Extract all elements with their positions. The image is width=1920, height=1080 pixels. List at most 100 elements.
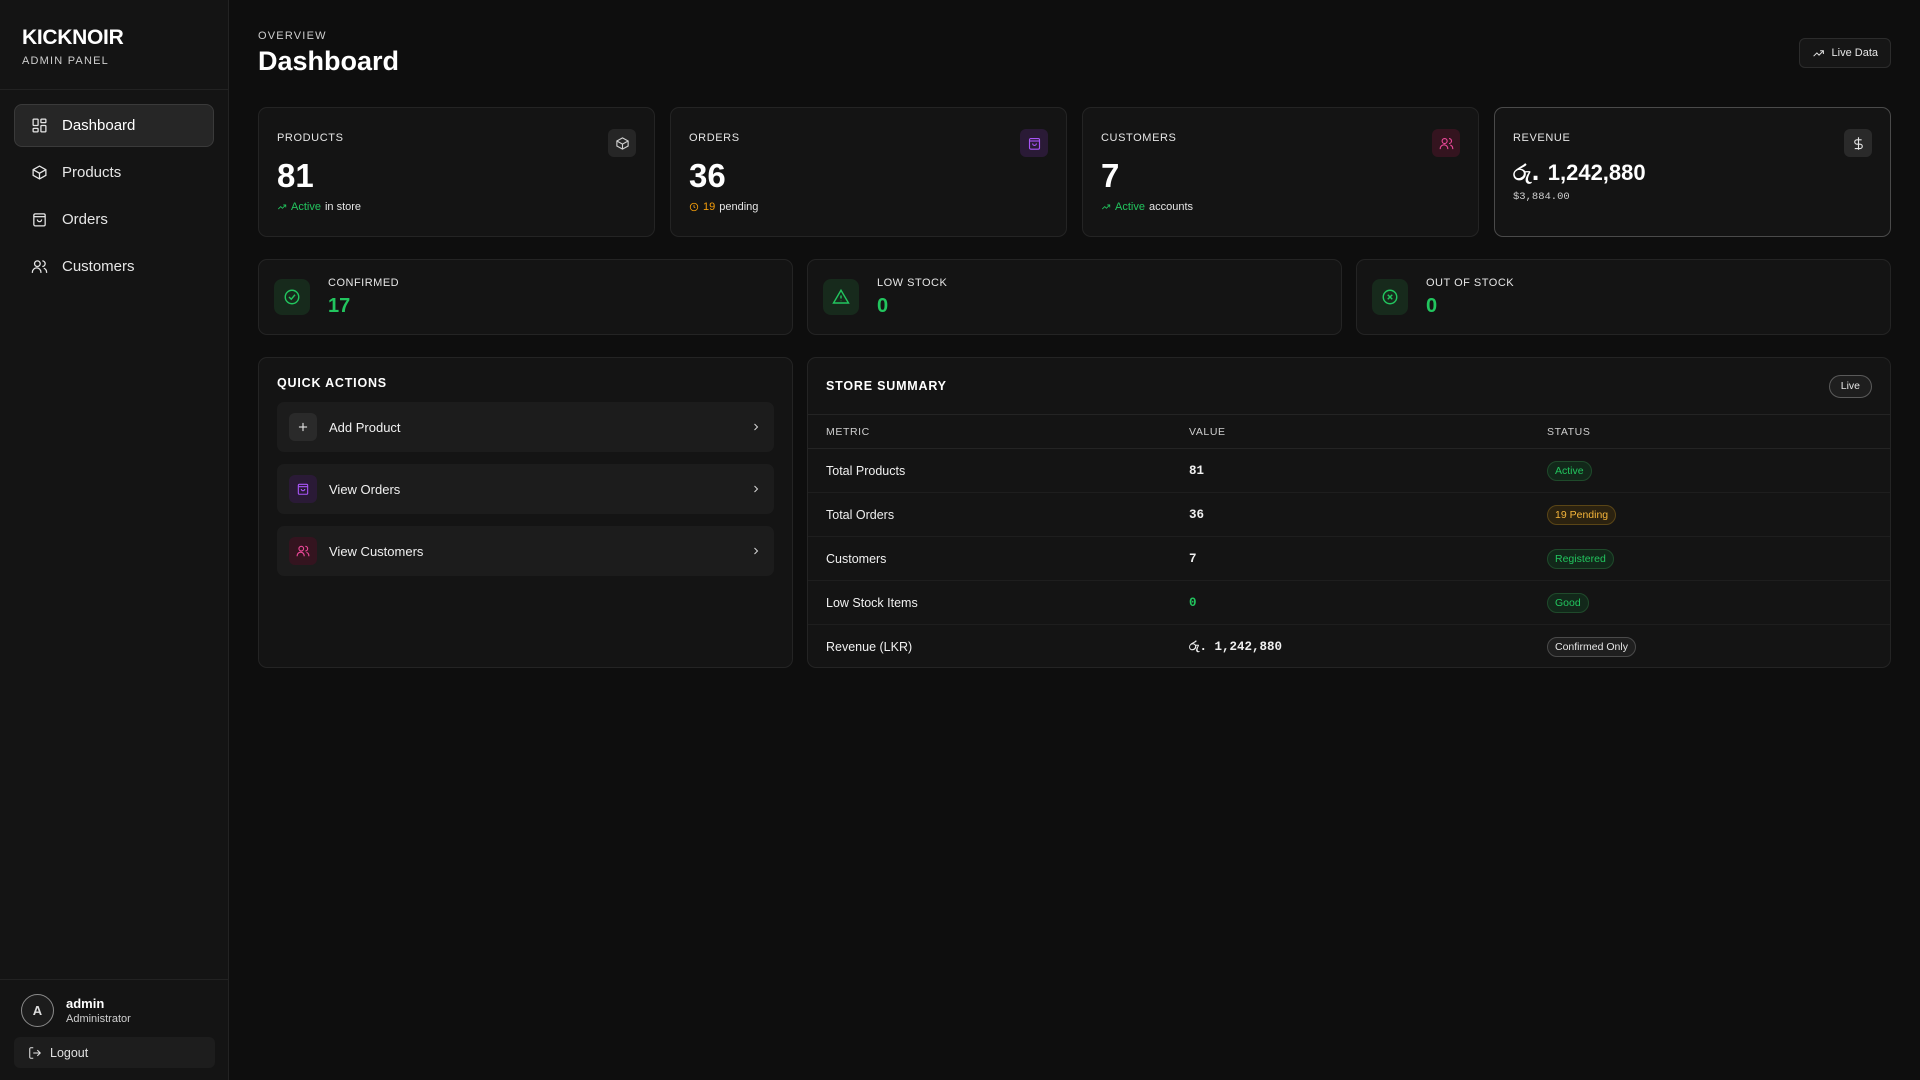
quick-action-label: Add Product (329, 419, 401, 435)
value-cell: රු. 1,242,880 (1189, 639, 1282, 654)
chevron-right-icon (754, 485, 759, 493)
chevron-right-icon (754, 547, 759, 555)
plus-icon (289, 413, 317, 441)
status-cell: Registered (1529, 536, 1890, 581)
status-badge: Registered (1547, 548, 1614, 569)
user-area: A admin Administrator Logout (0, 979, 229, 1080)
package-icon (608, 129, 636, 157)
logout-button[interactable]: Logout (14, 1037, 215, 1068)
sidebar: KICKNOIR ADMIN PANEL Dashboard Products … (0, 0, 229, 1080)
status-cell: Active (1529, 448, 1890, 493)
user-profile: A admin Administrator (14, 994, 215, 1027)
alert-triangle-icon (823, 279, 859, 315)
status-cell: Confirmed Only (1529, 625, 1890, 669)
brand-name: KICKNOIR (22, 26, 124, 49)
table-row: Customers 7 Registered (808, 536, 1890, 581)
revenue-usd: $3,884.00 (1513, 191, 1570, 203)
sidebar-item-label: Dashboard (62, 117, 136, 134)
metric-cell: Total Products (808, 448, 1171, 493)
value-cell: 36 (1171, 492, 1529, 537)
stat-subtext: 19 pending (689, 201, 1048, 213)
mini-value: 17 (328, 294, 351, 317)
customers-stat-card[interactable]: CUSTOMERS 7 Active accounts (1082, 107, 1479, 237)
quick-action-label: View Customers (329, 543, 424, 559)
sidebar-item-customers[interactable]: Customers (14, 245, 214, 288)
value-cell: 0 (1171, 580, 1529, 625)
sidebar-item-dashboard[interactable]: Dashboard (14, 104, 214, 147)
table-row: Low Stock Items 0 Good (808, 580, 1890, 625)
add-product-button[interactable]: Add Product (277, 402, 774, 452)
sidebar-nav: Dashboard Products Orders Customers (0, 90, 228, 306)
sidebar-item-label: Orders (62, 211, 108, 228)
store-summary-header: STORE SUMMARY Live (808, 358, 1890, 414)
status-cell: 19 Pending (1529, 492, 1890, 537)
stat-value: 1,242,880 (1547, 160, 1646, 185)
shopping-bag-icon (1020, 129, 1048, 157)
chevron-right-icon (754, 423, 759, 431)
table-row: Total Orders 36 19 Pending (808, 492, 1890, 537)
table-header-row: METRIC VALUE STATUS (808, 414, 1890, 449)
view-customers-button[interactable]: View Customers (277, 526, 774, 576)
revenue-stat-card[interactable]: REVENUE රු. 1,242,880 $3,884.00 (1494, 107, 1891, 237)
status-badge: 19 Pending (1547, 504, 1617, 525)
trending-up-icon (1812, 49, 1824, 57)
x-circle-icon (1372, 279, 1408, 315)
avatar: A (21, 994, 54, 1027)
page-title: Dashboard (258, 46, 400, 76)
sidebar-item-products[interactable]: Products (14, 151, 214, 194)
table-row: Revenue (LKR) රු. 1,242,880 Confirmed On… (808, 625, 1890, 669)
stat-sub-label: in store (324, 201, 362, 213)
logout-label: Logout (50, 1045, 89, 1060)
quick-action-label: View Orders (329, 481, 401, 497)
mini-label: OUT OF STOCK (1426, 276, 1515, 289)
user-name: admin (66, 996, 105, 1011)
orders-stat-card[interactable]: ORDERS 36 19 pending (670, 107, 1067, 237)
stat-accent: 19 (703, 201, 716, 213)
low-stock-card[interactable]: LOW STOCK 0 (807, 259, 1342, 335)
out-of-stock-card[interactable]: OUT OF STOCK 0 (1356, 259, 1891, 335)
view-orders-button[interactable]: View Orders (277, 464, 774, 514)
stat-subtext: Active accounts (1101, 201, 1460, 213)
mini-value: 0 (877, 294, 889, 317)
store-summary-table: METRIC VALUE STATUS Total Products 81 Ac… (808, 414, 1890, 669)
status-badge: Confirmed Only (1547, 636, 1636, 657)
column-header-status: STATUS (1529, 414, 1890, 449)
brand-subtitle: ADMIN PANEL (22, 55, 109, 67)
value-cell: 81 (1171, 448, 1529, 493)
stat-subtext: Active in store (277, 201, 636, 213)
stat-accent: Active (291, 201, 321, 213)
value-cell: 7 (1171, 536, 1529, 581)
mini-value: 0 (1426, 294, 1438, 317)
stat-label: CUSTOMERS (1101, 132, 1177, 144)
metric-cell: Customers (808, 536, 1171, 581)
trending-up-icon (277, 204, 287, 210)
stat-sub-label: accounts (1148, 201, 1193, 213)
shopping-bag-icon (289, 475, 317, 503)
confirmed-card[interactable]: CONFIRMED 17 (258, 259, 793, 335)
stat-value: 7 (1101, 157, 1120, 194)
package-icon (32, 165, 47, 180)
mini-label: LOW STOCK (877, 276, 948, 289)
logout-icon (29, 1046, 41, 1059)
users-icon (31, 260, 48, 273)
sidebar-item-orders[interactable]: Orders (14, 198, 214, 241)
revenue-amount: රු. 1,242,880 (1513, 160, 1872, 186)
metric-cell: Total Orders (808, 492, 1171, 537)
currency-symbol: රු. (1513, 160, 1540, 186)
stat-label: ORDERS (689, 132, 740, 144)
products-stat-card[interactable]: PRODUCTS 81 Active in store (258, 107, 655, 237)
sidebar-item-label: Customers (62, 258, 135, 275)
brand: KICKNOIR ADMIN PANEL (0, 0, 228, 90)
section-title: QUICK ACTIONS (277, 376, 387, 390)
users-icon (289, 537, 317, 565)
clock-icon (689, 202, 699, 212)
mini-label: CONFIRMED (328, 276, 400, 289)
trending-up-icon (1101, 204, 1111, 210)
store-summary-panel: STORE SUMMARY Live METRIC VALUE STATUS T… (807, 357, 1891, 668)
table-row: Total Products 81 Active (808, 448, 1890, 493)
dollar-icon (1844, 129, 1872, 157)
live-data-button[interactable]: Live Data (1798, 38, 1891, 68)
stat-value: 36 (689, 157, 726, 194)
users-icon (1432, 129, 1460, 157)
live-data-label: Live Data (1831, 47, 1878, 59)
